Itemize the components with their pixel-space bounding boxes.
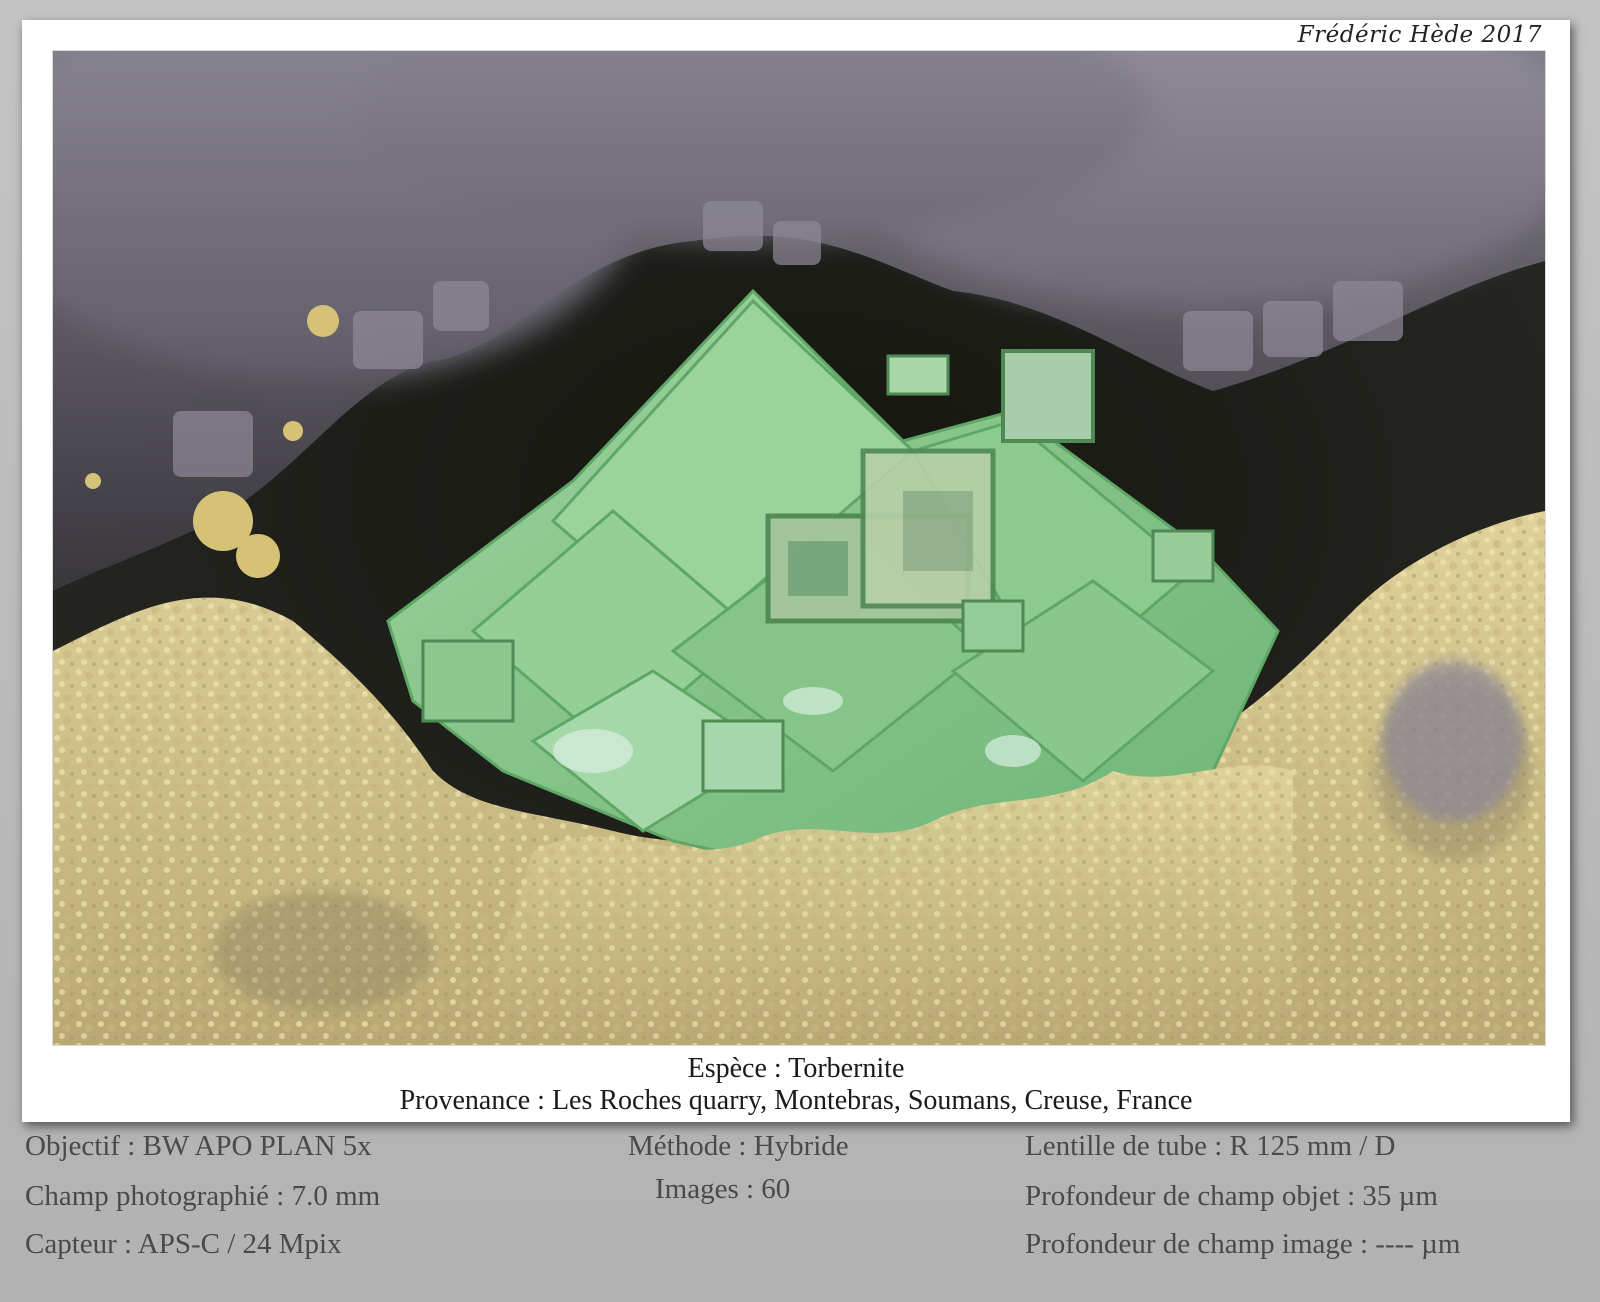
image-dof-spec: Profondeur de champ image : ---- µm	[1025, 1228, 1461, 1260]
images-spec: Images : 60	[655, 1173, 791, 1205]
mineral-photo-illustration	[53, 51, 1545, 1045]
objective-spec: Objectif : BW APO PLAN 5x	[25, 1130, 372, 1162]
mineral-photo	[53, 51, 1545, 1045]
object-dof-spec: Profondeur de champ objet : 35 µm	[1025, 1180, 1438, 1212]
method-spec: Méthode : Hybride	[628, 1130, 849, 1162]
origin-caption: Provenance : Les Roches quarry, Montebra…	[399, 1085, 1193, 1116]
species-caption: Espèce : Torbernite	[687, 1053, 905, 1084]
sensor-spec: Capteur : APS-C / 24 Mpix	[25, 1228, 342, 1260]
photographer-credit: Frédéric Hède 2017	[1297, 22, 1542, 48]
field-spec: Champ photographié : 7.0 mm	[25, 1180, 381, 1212]
tube-lens-spec: Lentille de tube : R 125 mm / D	[1025, 1130, 1396, 1162]
